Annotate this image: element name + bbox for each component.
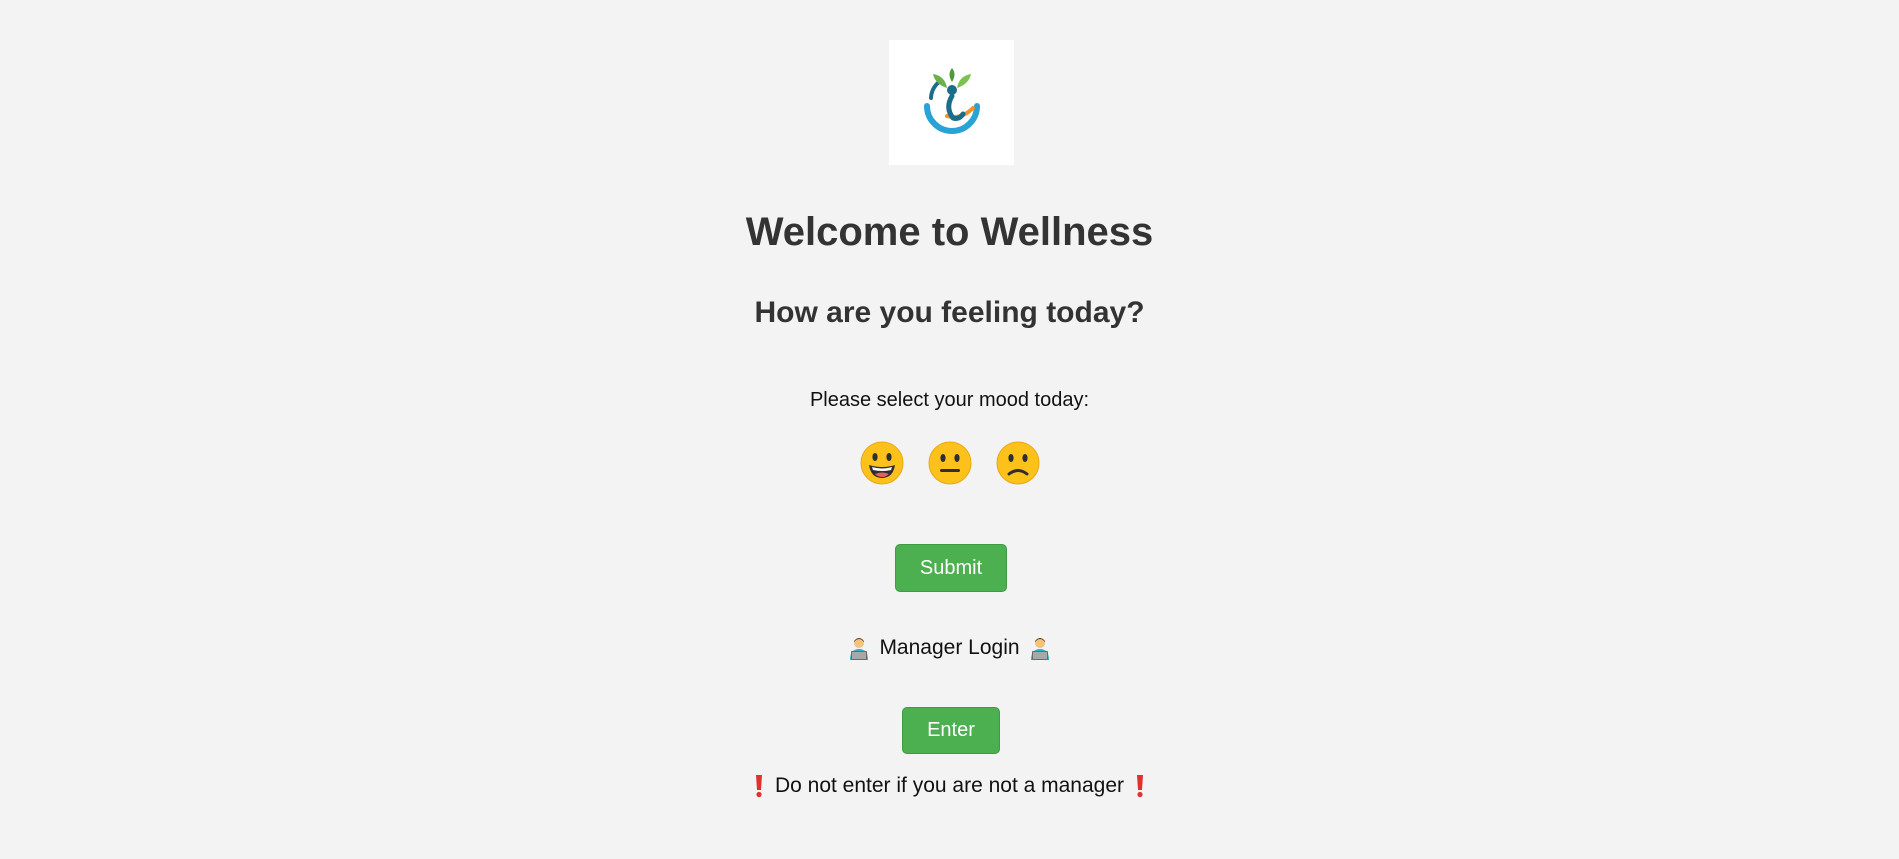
happy-face-icon[interactable] — [859, 440, 905, 486]
page-subtitle: How are you feeling today? — [754, 296, 1145, 329]
exclamation-icon — [1137, 775, 1144, 798]
manager-login-text: Manager Login — [879, 636, 1020, 659]
mood-prompt: Please select your mood today: — [809, 389, 1090, 411]
person-at-laptop-icon — [850, 638, 869, 660]
manager-warning: Do not enter if you are not a manager — [0, 774, 1899, 798]
page-title: Welcome to Wellness — [745, 210, 1154, 254]
logo-icon — [923, 67, 980, 134]
wellness-logo — [889, 40, 1014, 165]
enter-button[interactable]: Enter — [902, 707, 1000, 754]
manager-login-label: Manager Login — [0, 636, 1899, 660]
sad-face-icon[interactable] — [995, 440, 1041, 486]
person-at-laptop-icon — [1030, 638, 1049, 660]
mood-options — [0, 440, 1899, 486]
submit-button[interactable]: Submit — [895, 544, 1007, 592]
exclamation-icon — [755, 775, 762, 798]
neutral-face-icon[interactable] — [927, 440, 973, 486]
page: Welcome to Wellness How are you feeling … — [0, 0, 1899, 859]
warning-text: Do not enter if you are not a manager — [774, 774, 1125, 797]
